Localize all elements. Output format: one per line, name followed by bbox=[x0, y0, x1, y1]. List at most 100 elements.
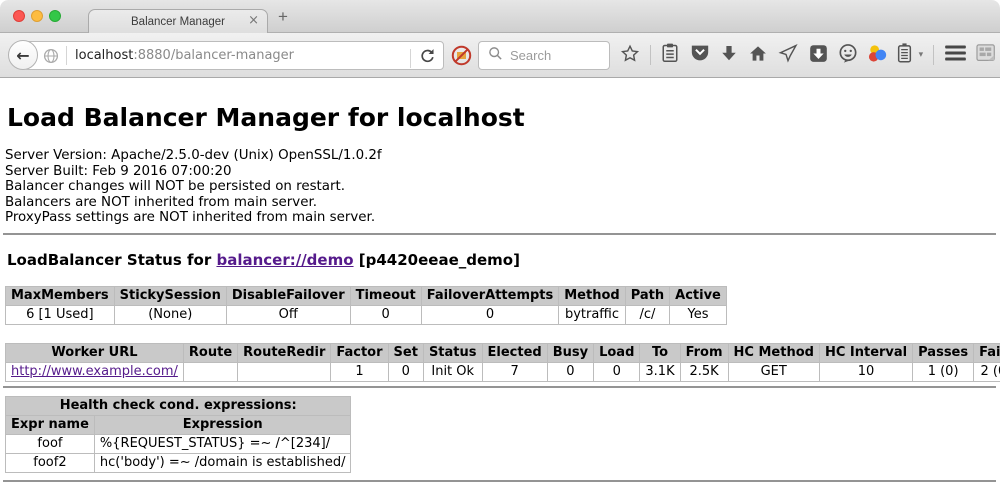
column-header: Path bbox=[625, 286, 669, 305]
table-row: foof2 hc('body') =~ /domain is establish… bbox=[6, 453, 351, 472]
new-tab-button[interactable]: + bbox=[278, 7, 288, 27]
colored-dots-icon[interactable] bbox=[868, 44, 887, 67]
column-header: Worker URL bbox=[6, 343, 184, 362]
worker-status-table: Worker URL Route RouteRedir Factor Set S… bbox=[5, 343, 1000, 382]
bookmark-star-icon[interactable] bbox=[620, 44, 640, 67]
table-row: http://www.example.com/ 1 0 Init Ok 7 0 … bbox=[6, 362, 1000, 381]
globe-icon bbox=[43, 48, 59, 64]
cell-maxmembers: 6 [1 Used] bbox=[6, 305, 115, 324]
url-bar[interactable]: localhost:8880/balancer-manager bbox=[24, 41, 444, 70]
titlebar: Balancer Manager × + bbox=[0, 0, 1000, 33]
column-header: FailoverAttempts bbox=[421, 286, 559, 305]
reload-button[interactable] bbox=[403, 48, 436, 69]
table-row: 6 [1 Used] (None) Off 0 0 bytraffic /c/ … bbox=[6, 305, 727, 324]
search-placeholder: Search bbox=[510, 48, 551, 63]
cell-expr-name: foof bbox=[6, 434, 95, 453]
back-icon: ← bbox=[16, 46, 29, 65]
minimize-window-button[interactable] bbox=[31, 10, 43, 22]
tab-groups-icon[interactable] bbox=[976, 44, 997, 67]
column-header: DisableFailover bbox=[226, 286, 350, 305]
content-blocked-icon[interactable] bbox=[451, 45, 472, 70]
toolbar-icons: ▾ bbox=[620, 33, 997, 77]
cell-status: Init Ok bbox=[423, 362, 482, 381]
clipboard-icon[interactable] bbox=[661, 43, 679, 67]
column-header: Status bbox=[423, 343, 482, 362]
cell-factor: 1 bbox=[331, 362, 388, 381]
cell-from: 2.5K bbox=[680, 362, 728, 381]
table-header-row: Worker URL Route RouteRedir Factor Set S… bbox=[6, 343, 1000, 362]
download-icon[interactable] bbox=[720, 44, 738, 67]
column-header: Active bbox=[670, 286, 727, 305]
search-icon bbox=[488, 46, 503, 65]
cell-set: 0 bbox=[388, 362, 423, 381]
status-heading-suffix: [p4420eeae_demo] bbox=[354, 251, 520, 269]
cell-route bbox=[183, 362, 237, 381]
tab-title: Balancer Manager bbox=[131, 16, 225, 28]
inherit-note-line: Balancers are NOT inherited from main se… bbox=[5, 195, 1000, 211]
table-row: foof %{REQUEST_STATUS} =~ /^[234]/ bbox=[6, 434, 351, 453]
pocket-icon[interactable] bbox=[690, 44, 710, 66]
menu-icon[interactable] bbox=[945, 45, 966, 65]
balancer-settings-table: MaxMembers StickySession DisableFailover… bbox=[5, 286, 727, 325]
server-version-line: Server Version: Apache/2.5.0-dev (Unix) … bbox=[5, 148, 1000, 164]
send-icon[interactable] bbox=[778, 44, 798, 67]
balancer-status-heading: LoadBalancer Status for balancer://demo … bbox=[7, 251, 1000, 269]
close-tab-icon[interactable]: × bbox=[248, 13, 259, 28]
divider bbox=[3, 233, 996, 235]
cell-busy: 0 bbox=[547, 362, 593, 381]
cell-failoverattempts: 0 bbox=[421, 305, 559, 324]
cell-method: bytraffic bbox=[559, 305, 625, 324]
url-path: :8880/balancer-manager bbox=[133, 48, 294, 63]
column-header: To bbox=[640, 343, 680, 362]
video-download-icon[interactable] bbox=[809, 44, 828, 67]
url-text[interactable]: localhost:8880/balancer-manager bbox=[75, 48, 294, 63]
column-header: Passes bbox=[913, 343, 974, 362]
chevron-down-icon[interactable]: ▾ bbox=[919, 50, 924, 60]
column-header: StickySession bbox=[114, 286, 226, 305]
back-button[interactable]: ← bbox=[8, 40, 38, 70]
column-header: MaxMembers bbox=[6, 286, 115, 305]
worker-url-link[interactable]: http://www.example.com/ bbox=[11, 364, 178, 379]
table-title-row: Health check cond. expressions: bbox=[6, 396, 351, 415]
table-header-row: Expr name Expression bbox=[6, 415, 351, 434]
column-header: Busy bbox=[547, 343, 593, 362]
divider bbox=[3, 386, 996, 388]
column-header: HC Method bbox=[728, 343, 819, 362]
toolbar-divider bbox=[650, 45, 651, 65]
column-header: Expression bbox=[94, 415, 351, 434]
page-title: Load Balancer Manager for localhost bbox=[7, 103, 1000, 132]
search-input[interactable]: Search bbox=[478, 41, 610, 70]
server-info: Server Version: Apache/2.5.0-dev (Unix) … bbox=[5, 148, 1000, 226]
table-header-row: MaxMembers StickySession DisableFailover… bbox=[6, 286, 727, 305]
proxypass-note-line: ProxyPass settings are NOT inherited fro… bbox=[5, 210, 1000, 226]
cell-stickysession: (None) bbox=[114, 305, 226, 324]
column-header: From bbox=[680, 343, 728, 362]
column-header: Load bbox=[594, 343, 640, 362]
cell-active: Yes bbox=[670, 305, 727, 324]
balancer-demo-link[interactable]: balancer://demo bbox=[216, 251, 353, 269]
column-header: Factor bbox=[331, 343, 388, 362]
cell-path: /c/ bbox=[625, 305, 669, 324]
browser-tab[interactable]: Balancer Manager × bbox=[88, 9, 268, 33]
health-check-title: Health check cond. expressions: bbox=[6, 396, 351, 415]
home-icon[interactable] bbox=[748, 44, 768, 67]
cell-fails: 2 (0) bbox=[974, 362, 1000, 381]
column-header: Expr name bbox=[6, 415, 95, 434]
cell-expression: hc('body') =~ /domain is established/ bbox=[94, 453, 351, 472]
cell-timeout: 0 bbox=[350, 305, 421, 324]
clear-cache-icon[interactable] bbox=[897, 43, 912, 67]
cell-load: 0 bbox=[594, 362, 640, 381]
zoom-window-button[interactable] bbox=[49, 10, 61, 22]
column-header: RouteRedir bbox=[238, 343, 331, 362]
toolbar-divider2 bbox=[933, 45, 934, 65]
column-header: Method bbox=[559, 286, 625, 305]
urlbar-divider2 bbox=[410, 49, 411, 68]
cell-expression: %{REQUEST_STATUS} =~ /^[234]/ bbox=[94, 434, 351, 453]
cell-hc-interval: 10 bbox=[819, 362, 912, 381]
reload-icon bbox=[419, 48, 436, 69]
page-content: Load Balancer Manager for localhost Serv… bbox=[0, 103, 1000, 491]
emoji-feedback-icon[interactable] bbox=[838, 43, 858, 67]
close-window-button[interactable] bbox=[13, 10, 25, 22]
url-domain: localhost bbox=[75, 48, 133, 63]
column-header: Set bbox=[388, 343, 423, 362]
